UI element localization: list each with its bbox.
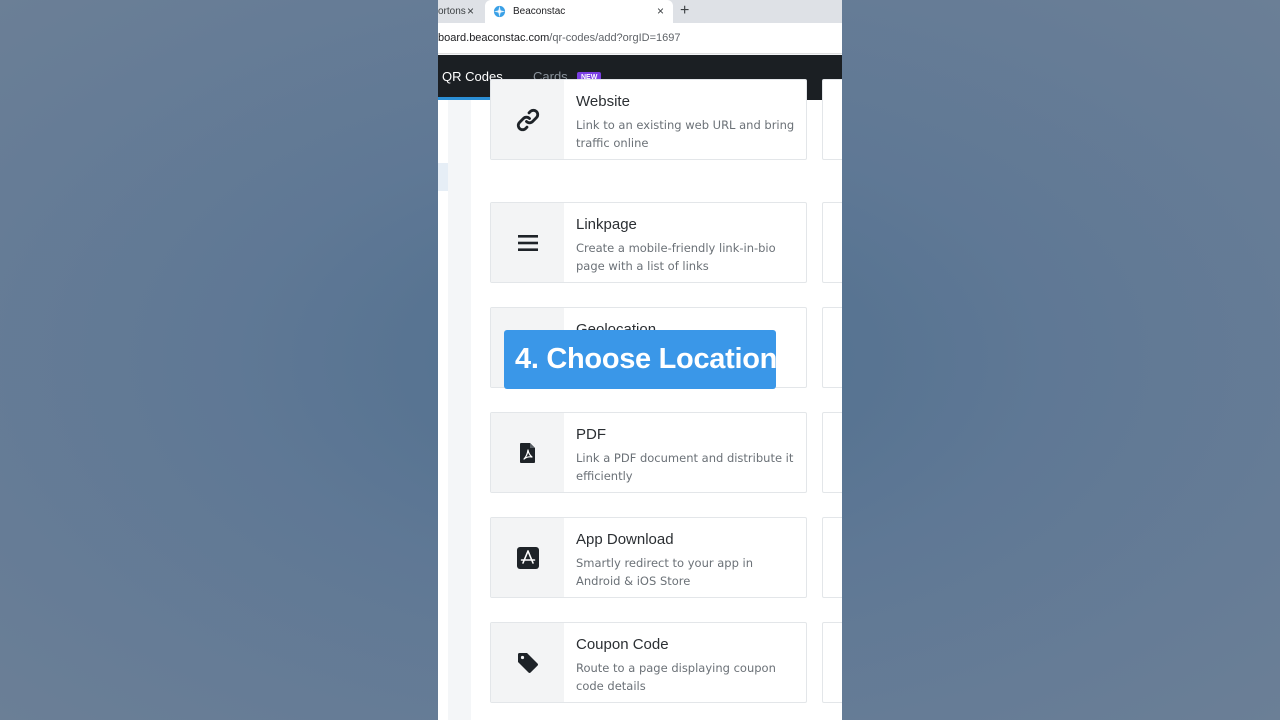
- card-title: Website: [576, 93, 630, 110]
- pdf-icon: [519, 442, 535, 463]
- tab-title: Beaconstac: [513, 6, 566, 17]
- card-description: Link a PDF document and distribute it ef…: [576, 451, 794, 483]
- card-icon-box: [491, 623, 564, 702]
- qr-type-card-partial[interactable]: [822, 412, 842, 493]
- card-description: Smartly redirect to your app in Android …: [576, 556, 754, 588]
- tag-icon: [517, 652, 538, 673]
- beaconstac-favicon-icon: [493, 5, 506, 18]
- card-icon-box: [491, 518, 564, 597]
- close-tab-icon[interactable]: ×: [657, 0, 664, 23]
- card-title: PDF: [576, 426, 606, 443]
- url-path: /qr-codes/add?orgID=1697: [549, 32, 681, 44]
- card-title: Coupon Code: [576, 636, 669, 653]
- link-icon: [516, 108, 539, 131]
- qr-type-card-website[interactable]: Website Link to an existing web URL and …: [490, 79, 807, 160]
- card-title: Linkpage: [576, 216, 637, 233]
- card-title: App Download: [576, 531, 674, 548]
- address-bar[interactable]: board.beaconstac.com/qr-codes/add?orgID=…: [438, 23, 842, 54]
- new-tab-icon[interactable]: +: [680, 0, 689, 22]
- browser-tab-active[interactable]: Beaconstac ×: [485, 0, 673, 23]
- qr-type-card-pdf[interactable]: PDF Link a PDF document and distribute i…: [490, 412, 807, 493]
- qr-type-card-partial[interactable]: [822, 307, 842, 388]
- tab-title: ortons: [438, 6, 466, 17]
- qr-type-card-coupon-code[interactable]: Coupon Code Route to a page displaying c…: [490, 622, 807, 703]
- card-icon-box: [491, 80, 564, 159]
- qr-type-card-partial[interactable]: [822, 517, 842, 598]
- qr-type-card-partial[interactable]: [822, 79, 842, 160]
- sidebar: [438, 100, 448, 720]
- card-description: Create a mobile-friendly link-in-bio pag…: [576, 241, 776, 273]
- browser-tab-strip: ortons × Beaconstac × +: [438, 0, 842, 23]
- browser-tab-inactive[interactable]: ortons ×: [438, 0, 484, 23]
- qr-type-card-partial[interactable]: [822, 622, 842, 703]
- app-store-icon: [516, 546, 539, 569]
- card-icon-box: [491, 203, 564, 282]
- card-description: Link to an existing web URL and bring tr…: [576, 118, 795, 150]
- url-host: board.beaconstac.com: [438, 32, 550, 44]
- card-description: Route to a page displaying coupon code d…: [576, 661, 776, 693]
- instruction-caption: 4. Choose Location: [504, 330, 776, 389]
- menu-icon: [517, 234, 538, 251]
- sidebar-active-item[interactable]: [438, 163, 448, 191]
- qr-type-card-linkpage[interactable]: Linkpage Create a mobile-friendly link-i…: [490, 202, 807, 283]
- url-field[interactable]: board.beaconstac.com/qr-codes/add?orgID=…: [438, 32, 680, 44]
- qr-type-card-partial[interactable]: [822, 202, 842, 283]
- card-icon-box: [491, 413, 564, 492]
- close-tab-icon[interactable]: ×: [467, 0, 474, 23]
- qr-type-card-app-download[interactable]: App Download Smartly redirect to your ap…: [490, 517, 807, 598]
